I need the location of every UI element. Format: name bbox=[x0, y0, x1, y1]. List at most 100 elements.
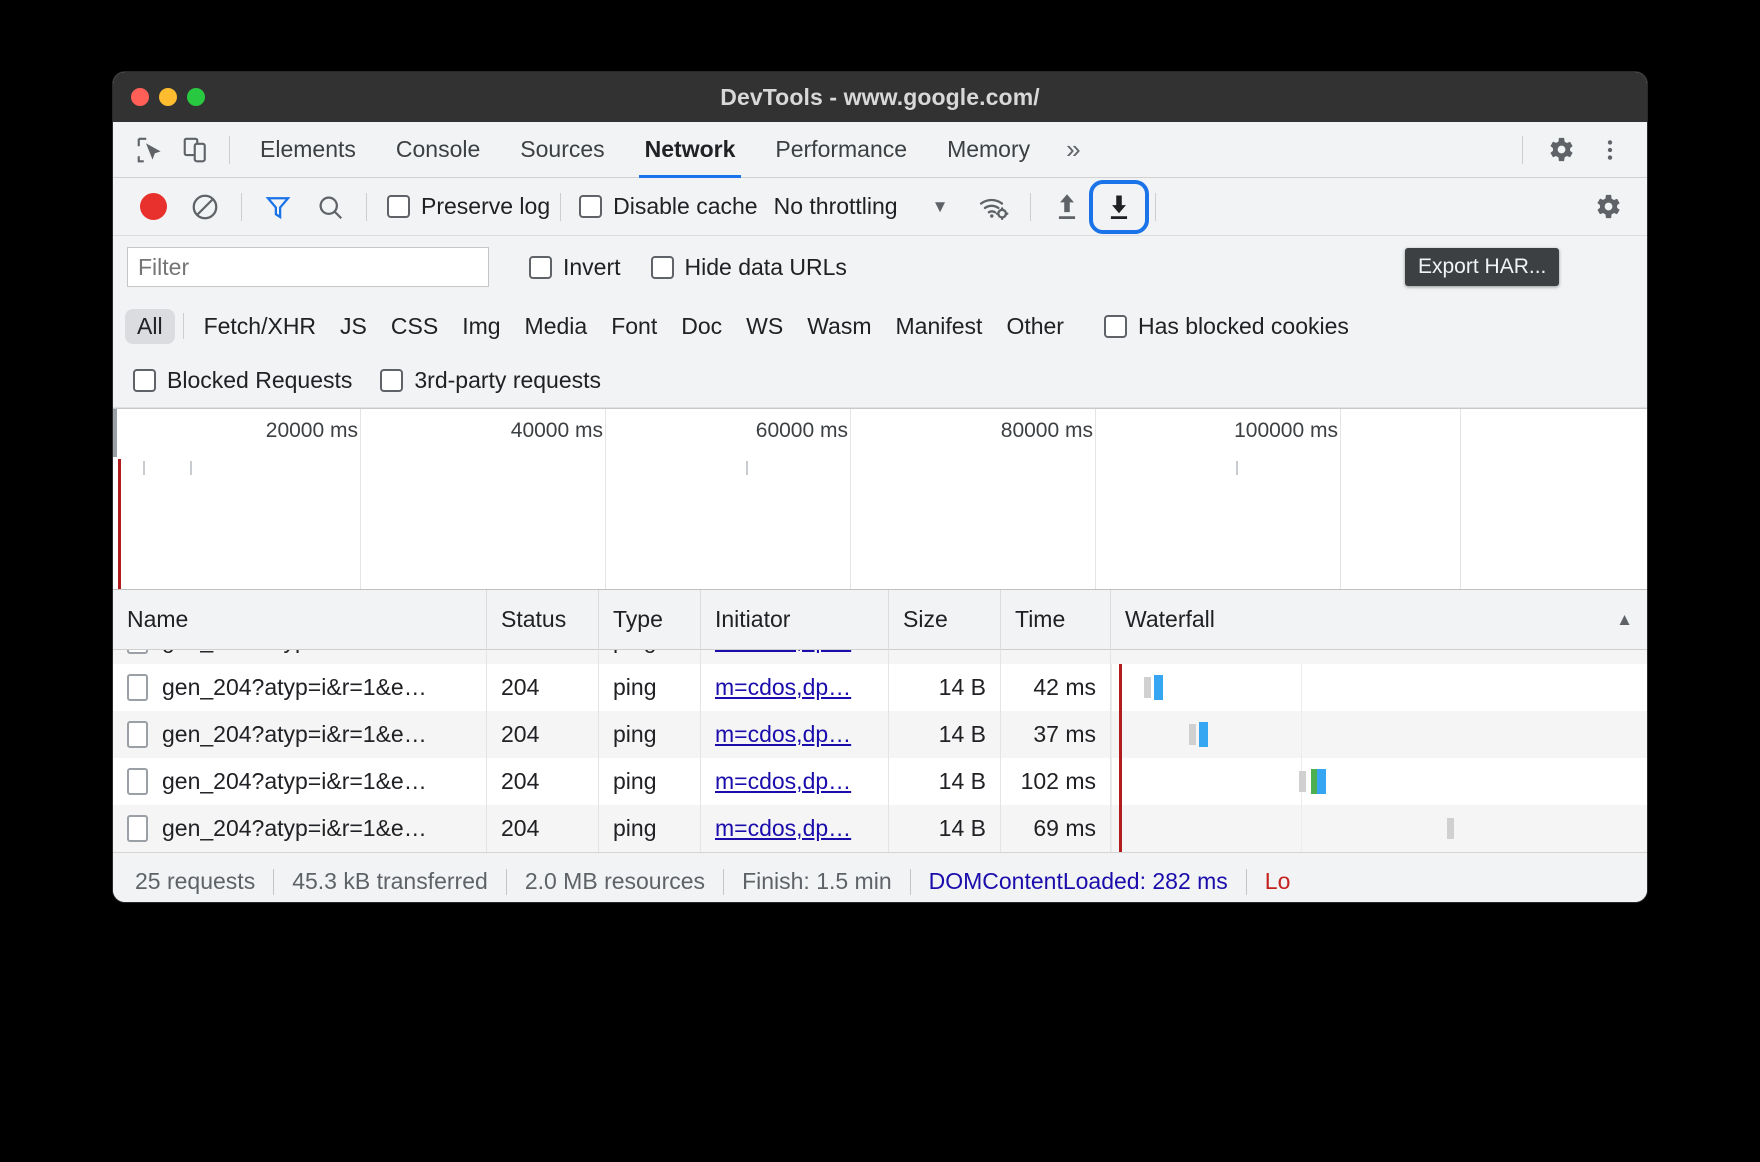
net-toolbar-divider-5 bbox=[1155, 192, 1157, 221]
network-settings-gear-icon[interactable] bbox=[1581, 184, 1633, 230]
type-filter-all[interactable]: All bbox=[125, 308, 175, 344]
tab-sources[interactable]: Sources bbox=[500, 122, 624, 178]
chevron-down-icon[interactable]: ▼ bbox=[932, 197, 949, 217]
invert-checkbox[interactable]: Invert bbox=[529, 254, 621, 281]
row-initiator-cell[interactable]: m=cdos,dp… bbox=[701, 711, 889, 758]
column-header-initiator[interactable]: Initiator bbox=[701, 589, 889, 650]
row-size-cell: 14 B bbox=[889, 711, 1001, 758]
type-filter-js[interactable]: JS bbox=[328, 309, 379, 344]
waterfall-stalled-bar bbox=[1144, 677, 1151, 698]
disable-cache-checkbox[interactable]: Disable cache bbox=[579, 193, 758, 220]
status-divider-3 bbox=[723, 868, 725, 895]
has-blocked-cookies-checkbox[interactable]: Has blocked cookies bbox=[1103, 313, 1349, 340]
status-divider-5 bbox=[1245, 868, 1247, 895]
tabstrip-right-actions bbox=[1512, 129, 1633, 171]
overview-canvas: 20000 ms 40000 ms 60000 ms 80000 ms 1000… bbox=[118, 409, 1639, 589]
column-header-size[interactable]: Size bbox=[889, 589, 1001, 650]
blocked-requests-box bbox=[133, 369, 156, 392]
status-domcontentloaded: DOMContentLoaded: 282 ms bbox=[928, 868, 1228, 894]
row-initiator-link[interactable]: m=cdos,dp… bbox=[715, 815, 851, 842]
maximize-window-icon[interactable] bbox=[187, 88, 205, 106]
tab-network[interactable]: Network bbox=[625, 122, 756, 178]
hide-data-urls-checkbox[interactable]: Hide data URLs bbox=[650, 254, 847, 281]
row-waterfall-cell[interactable] bbox=[1111, 805, 1647, 852]
row-checkbox[interactable] bbox=[127, 721, 148, 748]
row-name-label: gen_204?atyp=i&r=1&e… bbox=[162, 674, 427, 700]
row-waterfall-cell[interactable] bbox=[1111, 758, 1647, 805]
search-icon[interactable] bbox=[304, 184, 356, 230]
tab-memory[interactable]: Memory bbox=[927, 122, 1050, 178]
type-filter-css[interactable]: CSS bbox=[379, 309, 450, 344]
type-filter-img[interactable]: Img bbox=[450, 309, 512, 344]
row-checkbox[interactable] bbox=[127, 674, 148, 701]
waterfall-dcl-marker bbox=[1119, 805, 1122, 852]
filter-input[interactable]: Filter bbox=[127, 247, 489, 287]
preserve-log-label: Preserve log bbox=[421, 193, 551, 219]
type-filter-media[interactable]: Media bbox=[513, 309, 600, 344]
status-divider-1 bbox=[273, 868, 275, 895]
status-finish: Finish: 1.5 min bbox=[742, 868, 892, 894]
row-initiator-cell[interactable]: m=cdos,dp… bbox=[701, 664, 889, 711]
kebab-menu-icon[interactable] bbox=[1587, 129, 1633, 171]
third-party-requests-checkbox[interactable]: 3rd-party requests bbox=[380, 367, 601, 394]
filter-funnel-icon[interactable] bbox=[252, 184, 304, 230]
type-filter-manifest[interactable]: Manifest bbox=[884, 309, 995, 344]
type-filter-fetch-xhr[interactable]: Fetch/XHR bbox=[192, 309, 328, 344]
table-row[interactable]: gen_204?atyp=i&r=1&e… 204 ping m=cdos,dp… bbox=[113, 805, 1647, 852]
column-header-waterfall-label: Waterfall bbox=[1125, 606, 1215, 632]
has-blocked-cookies-box bbox=[1103, 314, 1127, 338]
network-status-bar: 25 requests 45.3 kB transferred 2.0 MB r… bbox=[113, 852, 1647, 902]
type-filter-ws[interactable]: WS bbox=[734, 309, 795, 344]
row-name-cell[interactable]: gen_204?atyp=i&r=1&e… bbox=[113, 711, 487, 758]
device-toolbar-icon[interactable] bbox=[173, 129, 219, 171]
network-overview-timeline[interactable]: 20000 ms 40000 ms 60000 ms 80000 ms 1000… bbox=[113, 408, 1647, 590]
preserve-log-checkbox[interactable]: Preserve log bbox=[387, 193, 550, 220]
row-name-cell[interactable]: gen_204?atyp=i&r=1&e… bbox=[113, 758, 487, 805]
row-initiator-link[interactable]: m=cdos,dp… bbox=[715, 674, 851, 701]
gear-icon[interactable] bbox=[1537, 129, 1583, 171]
tab-performance[interactable]: Performance bbox=[755, 122, 927, 178]
tab-elements[interactable]: Elements bbox=[240, 122, 376, 178]
row-name-cell[interactable]: gen_204?atyp=i&r=1&e… bbox=[113, 805, 487, 852]
row-initiator-link[interactable]: m=cdos,dp… bbox=[715, 721, 851, 748]
row-waterfall-cell[interactable] bbox=[1111, 711, 1647, 758]
column-header-type[interactable]: Type bbox=[599, 589, 701, 650]
grid-header-row: Name Status Type Initiator Size Time Wat… bbox=[113, 589, 1647, 650]
window-title: DevTools - www.google.com/ bbox=[720, 83, 1040, 110]
column-header-time[interactable]: Time bbox=[1001, 589, 1111, 650]
row-checkbox[interactable] bbox=[127, 815, 148, 842]
type-filter-doc[interactable]: Doc bbox=[669, 309, 734, 344]
more-tabs-chevron-icon[interactable]: » bbox=[1050, 134, 1096, 165]
column-header-waterfall[interactable]: Waterfall ▲ bbox=[1111, 590, 1647, 650]
row-initiator-cell[interactable]: m=cdos,dp… bbox=[701, 805, 889, 852]
row-initiator-link[interactable]: m=cdos,dp… bbox=[715, 768, 851, 795]
row-initiator-cell[interactable]: m=cdos,dp… bbox=[701, 758, 889, 805]
minimize-window-icon[interactable] bbox=[159, 88, 177, 106]
import-har-upload-icon[interactable] bbox=[1041, 184, 1093, 230]
clear-button[interactable] bbox=[179, 184, 231, 230]
hide-data-urls-box bbox=[650, 255, 674, 279]
table-row[interactable]: gen_204?atyp=i&r=1&e… 204 ping m=cdos,dp… bbox=[113, 711, 1647, 758]
column-header-status[interactable]: Status bbox=[487, 589, 599, 650]
clipped-row-name: gen_204?atyp=i&r=1&e… bbox=[162, 650, 427, 654]
blocked-requests-checkbox[interactable]: Blocked Requests bbox=[133, 367, 352, 394]
wifi-gear-icon[interactable] bbox=[968, 184, 1020, 230]
row-status-cell: 204 bbox=[487, 711, 599, 758]
type-filter-font[interactable]: Font bbox=[599, 309, 669, 344]
row-waterfall-cell[interactable] bbox=[1111, 664, 1647, 711]
type-filter-other[interactable]: Other bbox=[994, 309, 1076, 344]
row-name-cell[interactable]: gen_204?atyp=i&r=1&e… bbox=[113, 664, 487, 711]
table-row[interactable]: gen_204?atyp=i&r=1&e… 204 ping m=cdos,dp… bbox=[113, 758, 1647, 805]
column-header-name[interactable]: Name bbox=[113, 589, 487, 650]
throttling-select-value[interactable]: No throttling bbox=[774, 193, 898, 220]
close-window-icon[interactable] bbox=[131, 88, 149, 106]
row-checkbox[interactable] bbox=[127, 768, 148, 795]
overview-tick-20000: 20000 ms bbox=[265, 419, 358, 442]
export-har-download-icon[interactable] bbox=[1089, 179, 1150, 234]
tab-console[interactable]: Console bbox=[376, 122, 500, 178]
partial-clipped-row[interactable]: gen_204?atyp=i&r=1&e… 204 ping m=cdos,dp… bbox=[113, 650, 1647, 664]
type-filter-wasm[interactable]: Wasm bbox=[795, 309, 883, 344]
table-row[interactable]: gen_204?atyp=i&r=1&e… 204 ping m=cdos,dp… bbox=[113, 664, 1647, 711]
record-button[interactable] bbox=[127, 184, 179, 230]
inspect-cursor-icon[interactable] bbox=[127, 129, 173, 171]
